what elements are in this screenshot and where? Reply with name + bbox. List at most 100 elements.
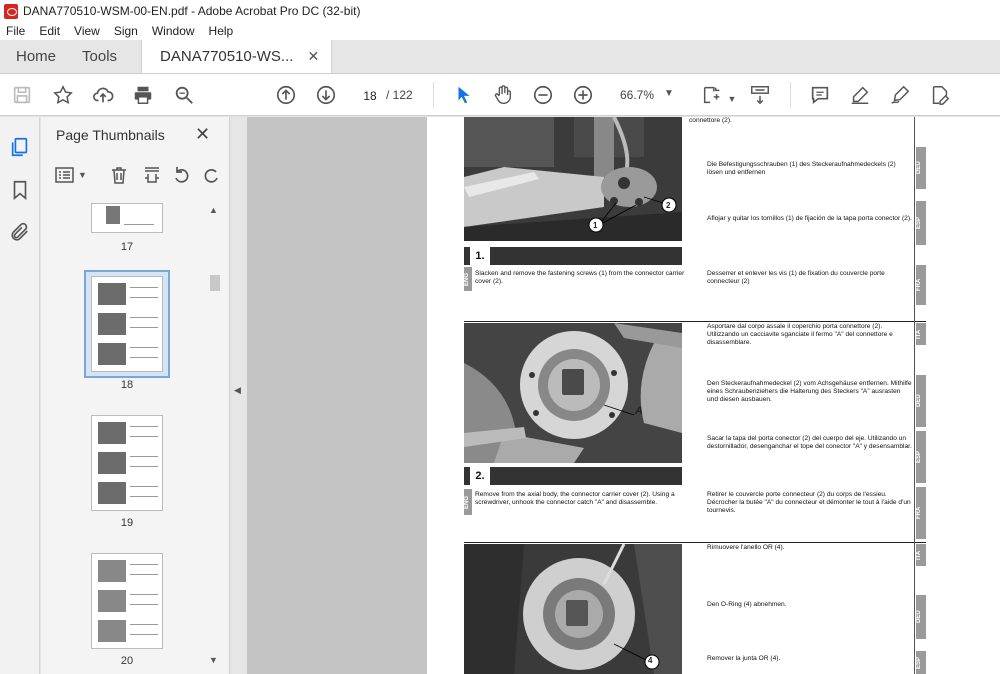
current-page-input[interactable]: 18: [355, 84, 385, 106]
scroll-up-icon[interactable]: ▲: [209, 205, 218, 215]
scroll-down-icon[interactable]: ▼: [209, 655, 218, 665]
callout-2: 2: [666, 201, 671, 210]
menu-window[interactable]: Window: [145, 24, 202, 38]
tab-document-label: DANA770510-WS...: [160, 48, 294, 65]
insert-page-icon[interactable]: [142, 163, 162, 187]
toolbar: 18 / 122 66.7% ▼ ▼: [0, 74, 1000, 116]
chevron-down-icon[interactable]: ▼: [664, 88, 674, 99]
section-divider: [464, 321, 926, 322]
menu-help[interactable]: Help: [202, 24, 241, 38]
panel-title: Page Thumbnails: [56, 127, 165, 143]
tab-tools[interactable]: Tools: [72, 40, 133, 73]
thumbnail-label: 17: [120, 241, 134, 253]
lang-tag-esp: ESP: [916, 201, 926, 245]
photo-step-1: [464, 117, 682, 241]
lang-tag-fra: FRA: [916, 487, 926, 539]
hand-tool-icon[interactable]: [491, 83, 515, 107]
thumbnail-scrollbar[interactable]: ▲ ▼: [208, 203, 222, 669]
deu-text-2: Den Steckeraufnahmedeckel (2) vom Achsge…: [707, 380, 912, 403]
upload-cloud-icon[interactable]: [91, 83, 115, 107]
step-number: 2.: [470, 467, 490, 485]
lang-tag-eng: ENG: [464, 489, 472, 515]
scrollbar-thumb[interactable]: [210, 275, 220, 291]
close-panel-icon[interactable]: ✕: [195, 124, 210, 145]
edit-pdf-icon[interactable]: [928, 83, 952, 107]
rotate-right-icon[interactable]: [201, 163, 221, 187]
bookmarks-icon[interactable]: [9, 179, 31, 201]
highlight-pen-icon[interactable]: [848, 83, 872, 107]
callout-1: 1: [593, 221, 598, 230]
lang-tag-deu: DEU: [916, 375, 926, 427]
deu-text-3: Den O-Ring (4) abnehmen.: [707, 601, 787, 608]
attachments-paperclip-icon[interactable]: [9, 221, 31, 243]
tab-home[interactable]: Home: [0, 40, 72, 73]
eng-text-2: Remove from the axial body, the connecto…: [475, 491, 675, 506]
zoom-out-icon[interactable]: [531, 83, 555, 107]
tab-document[interactable]: DANA770510-WS... ✕: [141, 40, 333, 73]
select-cursor-icon[interactable]: [452, 83, 476, 107]
lang-tag-esp: ESP: [916, 651, 926, 674]
page-thumbnails-panel: Page Thumbnails ✕ ▼ 17 18 19 20 ▲ ▼: [41, 117, 230, 674]
thumbnail-list: 17 18 19 20: [41, 203, 209, 673]
lang-tag-esp: ESP: [916, 431, 926, 483]
callout-4: 4: [648, 656, 653, 665]
esp-text-2: Sacar la tapa del porta conector (2) del…: [707, 435, 912, 450]
left-navigation-rail: [0, 117, 40, 674]
deu-text-1: Die Befestigungsschrauben (1) des Stecke…: [707, 161, 896, 176]
total-pages: / 122: [386, 88, 413, 102]
lang-tag-fra: FRA: [916, 265, 926, 305]
sign-pen-icon[interactable]: [888, 83, 912, 107]
thumbnail-label: 18: [120, 379, 134, 391]
step-1-header: 1.: [464, 247, 682, 265]
step-number: 1.: [470, 247, 490, 265]
lang-tag-ita: ITA: [916, 544, 926, 566]
menu-view[interactable]: View: [67, 24, 107, 38]
chevron-left-icon[interactable]: ◀: [234, 385, 241, 396]
toolbar-separator: [790, 82, 791, 108]
page-thumbnails-icon[interactable]: [9, 136, 31, 158]
page-thumbnail-18[interactable]: [91, 276, 163, 372]
step-2-header: 2.: [464, 467, 682, 485]
pdf-page: 1 2 1. connettore (2). Die Befestigungss…: [427, 117, 1000, 674]
thumbnail-options-icon[interactable]: ▼: [55, 163, 87, 187]
print-icon[interactable]: [131, 83, 155, 107]
search-icon[interactable]: [172, 83, 196, 107]
lang-tag-ita: ITA: [916, 323, 926, 345]
page-thumbnail-17[interactable]: [91, 203, 163, 233]
delete-page-icon[interactable]: [109, 163, 129, 187]
scroll-mode-icon[interactable]: [748, 83, 772, 107]
zoom-in-icon[interactable]: [571, 83, 595, 107]
comment-icon[interactable]: [808, 83, 832, 107]
ita-text-2: Asportare dal corpo assale il coperchio …: [707, 323, 893, 346]
close-tab-icon[interactable]: ✕: [307, 48, 319, 65]
zoom-level-select[interactable]: 66.7%: [620, 88, 654, 102]
photo-step-2: [464, 323, 682, 463]
title-bar: DANA770510-WSM-00-EN.pdf - Adobe Acrobat…: [0, 0, 1000, 22]
document-viewer[interactable]: 1 2 1. connettore (2). Die Befestigungss…: [247, 117, 1000, 674]
page-thumbnail-20[interactable]: [91, 553, 163, 649]
acrobat-pdf-icon: [4, 3, 18, 19]
menu-edit[interactable]: Edit: [32, 24, 67, 38]
lang-tag-deu: DEU: [916, 595, 926, 639]
ita-text-3: Rimuovere l'anello OR (4).: [707, 544, 785, 551]
photo-step-3: [464, 544, 682, 674]
callout-a: A: [635, 405, 643, 417]
next-page-icon[interactable]: [314, 83, 338, 107]
menu-bar: File Edit View Sign Window Help: [0, 22, 1000, 40]
save-icon[interactable]: [10, 83, 34, 107]
thumbnail-label: 20: [120, 655, 134, 667]
tab-bar: Home Tools DANA770510-WS... ✕: [0, 40, 1000, 74]
menu-file[interactable]: File: [0, 24, 32, 38]
ita-text-top: connettore (2).: [689, 117, 732, 124]
section-divider: [464, 542, 926, 543]
previous-page-icon[interactable]: [274, 83, 298, 107]
toolbar-separator: [433, 82, 434, 108]
bookmark-star-icon[interactable]: [51, 83, 75, 107]
menu-sign[interactable]: Sign: [107, 24, 145, 38]
page-thumbnail-19[interactable]: [91, 415, 163, 511]
rotate-left-icon[interactable]: [172, 163, 192, 187]
chevron-down-icon[interactable]: ▼: [720, 87, 744, 111]
eng-text-1: Slacken and remove the fastening screws …: [475, 270, 685, 285]
esp-text-1: Aflojar y quitar los tornillos (1) de fi…: [707, 215, 912, 222]
panel-collapse-handle[interactable]: ◀: [231, 117, 247, 674]
